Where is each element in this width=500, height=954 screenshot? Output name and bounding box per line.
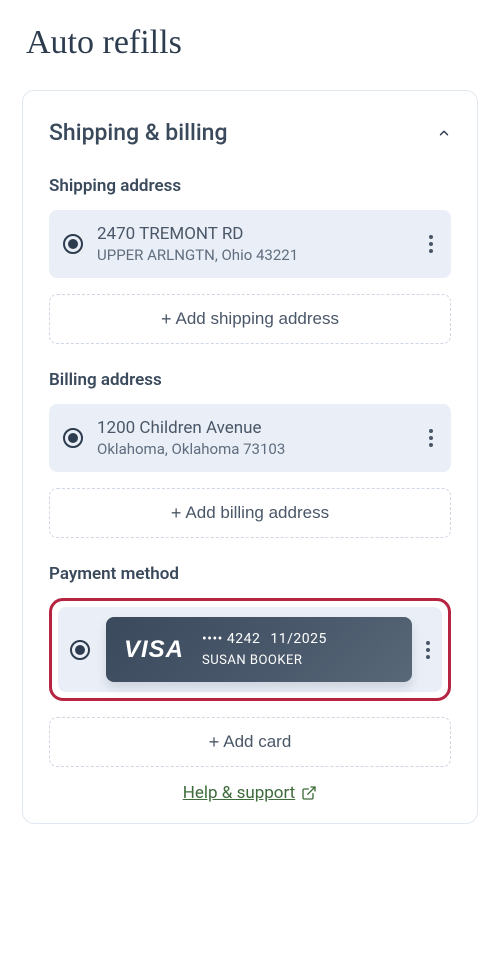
shipping-address-label: Shipping address [49, 176, 451, 196]
payment-card-option[interactable]: VISA •••• 4242 11/2025 SUSAN BOOKER [58, 607, 442, 692]
card-expiry: 11/2025 [270, 631, 327, 647]
shipping-billing-panel: Shipping & billing Shipping address 2470… [22, 90, 478, 824]
billing-address-menu-icon[interactable] [425, 423, 437, 453]
billing-address-label: Billing address [49, 370, 451, 390]
payment-highlight-frame: VISA •••• 4242 11/2025 SUSAN BOOKER [49, 598, 451, 701]
add-billing-address-label: Add billing address [185, 503, 329, 523]
add-card-label: Add card [223, 732, 291, 752]
shipping-address-line1: 2470 TREMONT RD [97, 224, 425, 244]
help-support-label: Help & support [183, 783, 296, 803]
billing-address-line1: 1200 Children Avenue [97, 418, 425, 438]
visa-logo-icon: VISA [124, 636, 184, 664]
section-title: Shipping & billing [49, 119, 228, 146]
plus-icon: + [171, 504, 182, 522]
section-header[interactable]: Shipping & billing [49, 119, 451, 146]
payment-card-menu-icon[interactable] [422, 635, 434, 665]
card-masked-number: •••• 4242 [202, 631, 260, 647]
billing-address-line2: Oklahoma, Oklahoma 73103 [97, 440, 425, 458]
add-shipping-address-label: Add shipping address [176, 309, 340, 329]
plus-icon: + [209, 733, 220, 751]
shipping-address-line2: UPPER ARLNGTN, Ohio 43221 [97, 246, 425, 264]
plus-icon: + [161, 310, 172, 328]
add-billing-address-button[interactable]: + Add billing address [49, 488, 451, 538]
billing-address-text: 1200 Children Avenue Oklahoma, Oklahoma … [97, 418, 425, 458]
radio-selected-icon[interactable] [63, 234, 83, 254]
radio-selected-icon[interactable] [70, 640, 90, 660]
radio-selected-icon[interactable] [63, 428, 83, 448]
card-holder-name: SUSAN BOOKER [202, 653, 327, 668]
billing-address-option[interactable]: 1200 Children Avenue Oklahoma, Oklahoma … [49, 404, 451, 472]
add-card-button[interactable]: + Add card [49, 717, 451, 767]
shipping-address-option[interactable]: 2470 TREMONT RD UPPER ARLNGTN, Ohio 4322… [49, 210, 451, 278]
payment-method-label: Payment method [49, 564, 451, 584]
shipping-address-text: 2470 TREMONT RD UPPER ARLNGTN, Ohio 4322… [97, 224, 425, 264]
chevron-up-icon [437, 126, 451, 140]
shipping-address-menu-icon[interactable] [425, 229, 437, 259]
page-title: Auto refills [26, 24, 500, 62]
external-link-icon [301, 785, 317, 801]
help-support-link[interactable]: Help & support [49, 783, 451, 803]
credit-card: VISA •••• 4242 11/2025 SUSAN BOOKER [106, 617, 412, 682]
add-shipping-address-button[interactable]: + Add shipping address [49, 294, 451, 344]
